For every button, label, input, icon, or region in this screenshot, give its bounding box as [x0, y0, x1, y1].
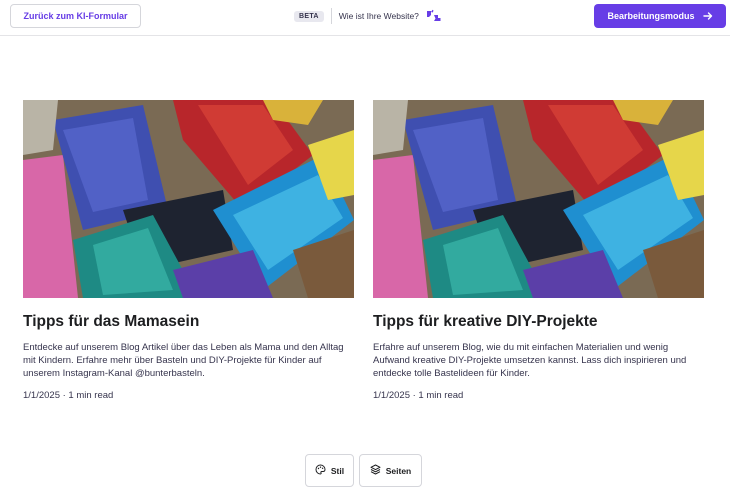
feedback-group: BETA Wie ist Ihre Website? [294, 8, 441, 24]
beta-badge: BETA [294, 10, 324, 22]
style-button[interactable]: Stil [305, 454, 354, 487]
post-title[interactable]: Tipps für kreative DIY-Projekte [373, 312, 704, 332]
layers-icon [370, 464, 381, 477]
pages-button[interactable]: Seiten [359, 454, 422, 487]
back-to-ai-form-button[interactable]: Zurück zum KI-Formular [10, 4, 141, 28]
style-label: Stil [330, 465, 345, 476]
post-title[interactable]: Tipps für das Mamasein [23, 312, 354, 332]
post-description: Erfahre auf unserem Blog, wie du mit ein… [373, 342, 687, 380]
paintbrushes-image [23, 100, 354, 298]
top-bar: Zurück zum KI-Formular BETA Wie ist Ihre… [0, 0, 730, 36]
divider [330, 8, 332, 24]
edit-mode-label: Bearbeitungsmodus [607, 11, 695, 21]
post-meta: 1/1/2025 · 1 min read [23, 389, 114, 401]
palette-icon [315, 464, 326, 477]
pages-label: Seiten [385, 465, 412, 476]
arrow-right-icon [702, 11, 713, 21]
edit-mode-button[interactable]: Bearbeitungsmodus [594, 4, 726, 28]
feedback-question[interactable]: Wie ist Ihre Website? [339, 11, 419, 21]
blog-post-card[interactable]: Tipps für das Mamasein Entdecke auf unse… [23, 100, 354, 401]
thumbs-feedback-icon[interactable] [425, 9, 441, 23]
blog-post-card[interactable]: Tipps für kreative DIY-Projekte Erfahre … [373, 100, 704, 401]
post-meta: 1/1/2025 · 1 min read [373, 389, 464, 401]
post-description: Entdecke auf unserem Blog Artikel über d… [23, 342, 344, 380]
paintbrushes-image [373, 100, 704, 298]
